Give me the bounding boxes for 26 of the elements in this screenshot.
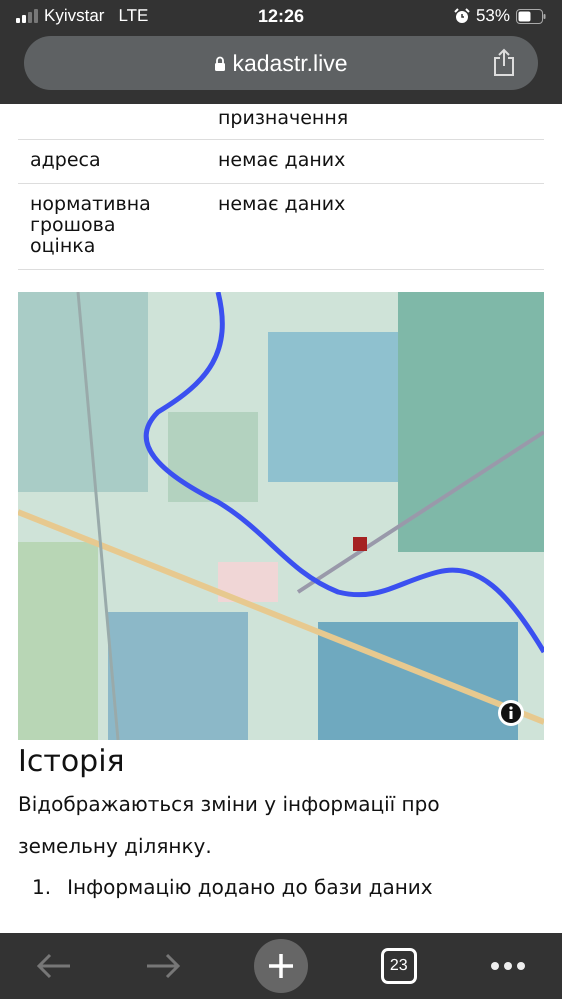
battery-percent: 53%: [476, 6, 510, 26]
tabs-count-button[interactable]: 23: [380, 948, 417, 984]
new-tab-icon[interactable]: [254, 939, 308, 993]
battery-icon: [516, 8, 546, 24]
field-value: призначення: [218, 107, 348, 129]
more-icon[interactable]: [490, 961, 526, 971]
section-description: Відображаються зміни у інформації про земельну ділянку.: [18, 791, 441, 860]
carrier-name: Kyivstar: [44, 6, 104, 26]
field-label: адреса: [30, 149, 101, 171]
network-type: LTE: [118, 6, 148, 26]
forward-arrow-icon[interactable]: [145, 952, 182, 980]
alarm-clock-icon: [454, 8, 470, 24]
signal-icon: [16, 9, 38, 23]
address-bar[interactable]: kadastr.live: [24, 36, 538, 90]
clock-time: 12:26: [258, 6, 304, 26]
field-value: немає даних: [218, 149, 346, 171]
field-value: немає даних: [218, 193, 346, 215]
section-heading: Історія: [18, 744, 126, 779]
share-icon[interactable]: [492, 48, 516, 76]
info-icon[interactable]: [498, 700, 524, 726]
lock-icon: [214, 56, 226, 70]
url-text: kadastr.live: [232, 50, 348, 76]
field-label: нормативна грошова оцінка: [30, 193, 151, 257]
list-item-text: Інформацію додано до бази даних: [67, 875, 433, 899]
list-number: 1.: [32, 875, 52, 899]
back-arrow-icon[interactable]: [36, 952, 72, 980]
